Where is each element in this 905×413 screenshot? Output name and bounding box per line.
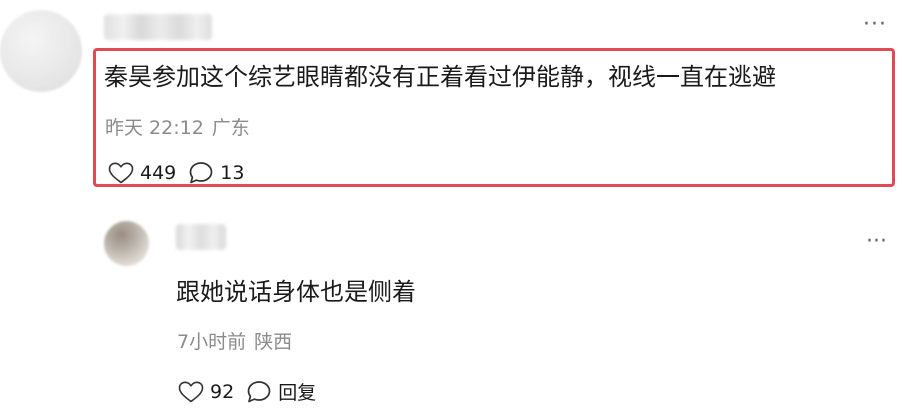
reply-text: 跟她说话身体也是侧着 [176, 278, 416, 306]
reply-avatar-blurred[interactable] [104, 221, 149, 266]
reply-meta: 7小时前 陕西 [177, 331, 292, 354]
comment-meta: 昨天 22:12 广东 [105, 117, 250, 140]
reply-button[interactable]: 回复 [246, 378, 316, 405]
reply-label: 回复 [278, 382, 317, 404]
reply-username-blurred[interactable] [176, 224, 226, 250]
reply-button[interactable]: 13 [188, 161, 244, 185]
heart-icon [178, 381, 204, 403]
comment-actions: 449 13 [108, 161, 244, 185]
comment-location: 广东 [211, 117, 250, 139]
like-button[interactable]: 92 [178, 381, 234, 403]
more-dots-icon[interactable]: ··· [866, 231, 887, 253]
reply-location: 陕西 [254, 331, 293, 353]
reply-date: 7小时前 [177, 331, 247, 353]
commenter-username-blurred[interactable] [104, 14, 212, 40]
comment-icon [246, 380, 272, 404]
comment-text: 秦昊参加这个综艺眼睛都没有正着看过伊能静，视线一直在逃避 [104, 63, 776, 91]
comment-date: 昨天 22:12 [105, 117, 204, 139]
comment-icon [188, 161, 214, 185]
more-dots-icon[interactable]: ··· [863, 14, 887, 36]
reply-count: 13 [220, 162, 245, 184]
commenter-avatar-blurred[interactable] [0, 10, 82, 92]
like-button[interactable]: 449 [108, 162, 176, 184]
reply-actions: 92 回复 [178, 378, 316, 405]
heart-icon [108, 162, 134, 184]
like-count: 92 [210, 380, 235, 403]
like-count: 449 [140, 162, 177, 184]
